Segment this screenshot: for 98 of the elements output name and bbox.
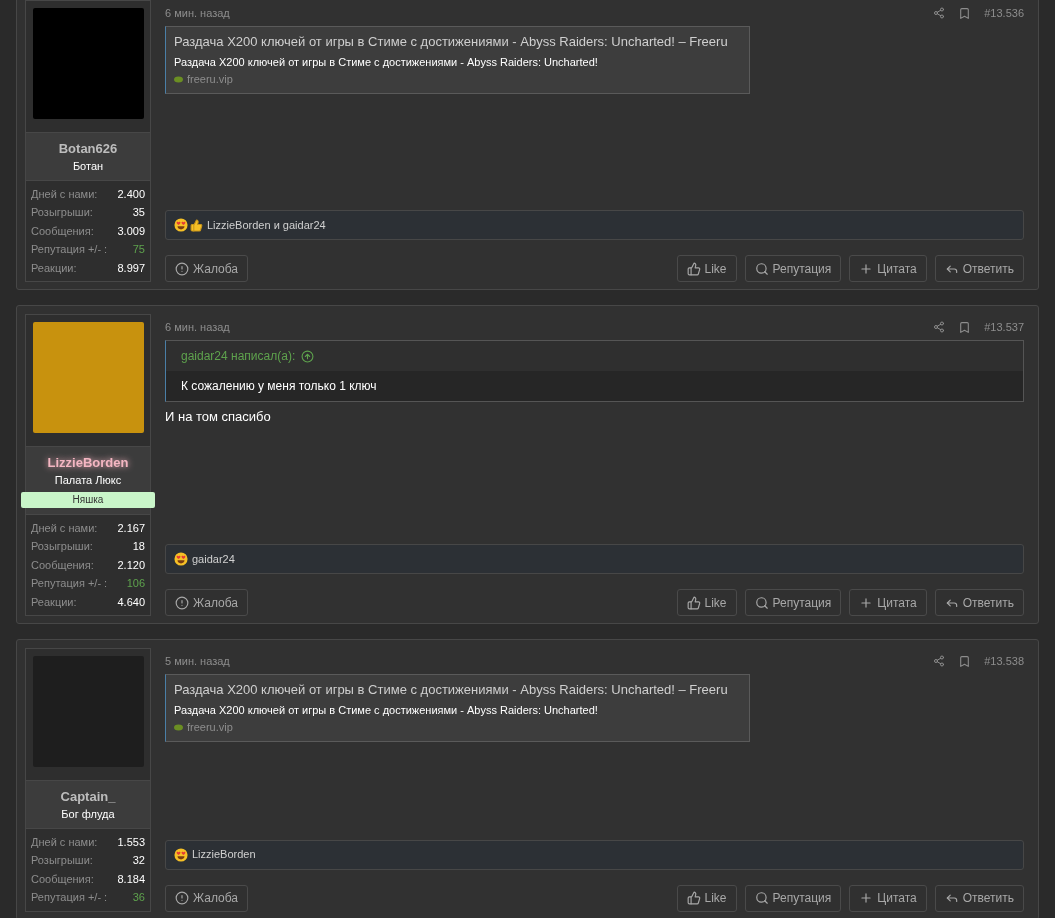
stat-value: 2.400 xyxy=(117,187,145,202)
reactions-bar[interactable]: LizzieBorden xyxy=(165,839,1024,870)
link-preview-title[interactable]: Раздача X200 ключей от игры в Стиме с достижениями - Abyss Raiders: Uncharted! – Freeru xyxy=(174,33,741,51)
user-title: Бог флуда xyxy=(61,807,115,823)
user-badge: Няшка xyxy=(21,492,155,509)
post-action-button[interactable]: Like xyxy=(676,255,737,283)
stat-label: Реакции: xyxy=(31,594,77,610)
stat-label: Розыгрыши: xyxy=(31,853,93,869)
stat-label: Репутация +/- : xyxy=(31,242,108,258)
post-action-button[interactable]: Цитата xyxy=(849,255,927,283)
share-icon[interactable] xyxy=(933,7,946,19)
username[interactable]: Captain_ xyxy=(60,788,116,807)
bookmark-icon[interactable] xyxy=(958,654,972,668)
post-action-button[interactable]: Ответить xyxy=(934,884,1024,912)
share-icon[interactable] xyxy=(933,655,946,668)
stat-label: Сообщения: xyxy=(31,223,94,239)
post-action-button[interactable]: Like xyxy=(676,884,737,912)
search-icon xyxy=(754,595,769,610)
link-preview-card[interactable]: Раздача X200 ключей от игры в Стиме с достижениями - Abyss Raiders: Uncharted! – Freeru Раздача X200 ключей от игры в Стиме с достижениями - Abyss Raiders: Uncharted! freeru.vip xyxy=(165,26,750,94)
share-icon[interactable] xyxy=(933,321,946,334)
stat-value: 36 xyxy=(132,890,145,906)
stat-label: Сообщения: xyxy=(31,871,94,887)
plus-icon xyxy=(859,595,874,610)
post-action-button[interactable]: Цитата xyxy=(849,884,927,912)
stat-value: 2.167 xyxy=(117,521,145,537)
alert-circle-icon xyxy=(175,261,189,276)
thumbs-up-icon xyxy=(686,261,701,276)
bookmark-icon[interactable] xyxy=(958,320,972,334)
post-number[interactable]: #13.537 xyxy=(984,318,1024,336)
plus-icon xyxy=(859,891,874,906)
stat-label: Реакции: xyxy=(31,260,77,276)
user-title: Палата Люкс xyxy=(54,473,122,489)
stat-value: 3.009 xyxy=(117,223,145,239)
post-action-button[interactable]: Like xyxy=(676,589,737,617)
stat-value: 32 xyxy=(132,853,145,869)
stat-value: 35 xyxy=(132,205,145,221)
post-action-button[interactable]: Жалоба xyxy=(165,884,248,912)
link-preview-card[interactable]: Раздача X200 ключей от игры в Стиме с достижениями - Abyss Raiders: Uncharted! – Freeru Раздача X200 ключей от игры в Стиме с достижениями - Abyss Raiders: Uncharted! freeru.vip xyxy=(165,674,750,743)
post-action-button[interactable]: Репутация xyxy=(744,255,842,283)
stat-value: 4.640 xyxy=(117,594,145,610)
post-action-button[interactable]: Репутация xyxy=(744,589,842,617)
stat-value: 1.553 xyxy=(117,835,145,851)
link-preview-description: Раздача X200 ключей от игры в Стиме с достижениями - Abyss Raiders: Uncharted! xyxy=(174,703,599,719)
link-preview-description: Раздача X200 ключей от игры в Стиме с достижениями - Abyss Raiders: Uncharted! xyxy=(174,55,599,70)
stat-value: 8.184 xyxy=(117,871,145,887)
stat-label: Репутация +/- : xyxy=(31,576,108,592)
search-icon xyxy=(754,891,769,906)
alert-circle-icon xyxy=(175,891,189,906)
username[interactable]: Botan626 xyxy=(58,140,118,158)
user-title: Ботан xyxy=(72,159,104,174)
stat-label: Дней с нами: xyxy=(31,187,98,202)
post-action-button[interactable]: Цитата xyxy=(849,589,927,617)
stat-label: Розыгрыши: xyxy=(31,539,93,555)
thumbs-up-icon xyxy=(686,891,701,906)
reactions-bar[interactable]: LizzieBorden и gaidar24 xyxy=(165,210,1024,241)
post-action-button[interactable]: Репутация xyxy=(744,884,842,912)
stat-value: 8.997 xyxy=(117,260,145,276)
stat-label: Дней с нами: xyxy=(31,835,98,851)
stat-value: 18 xyxy=(132,539,145,555)
thumbs-up-icon xyxy=(686,595,701,610)
post-action-button[interactable]: Ответить xyxy=(934,589,1024,617)
stat-value: 106 xyxy=(126,576,145,592)
post-time[interactable]: 5 мин. назад xyxy=(165,652,230,670)
reactions-bar[interactable]: gaidar24 xyxy=(165,544,1024,575)
post-number[interactable]: #13.538 xyxy=(984,652,1024,670)
post-text: И на том спасибо xyxy=(165,408,272,427)
stat-label: Дней с нами: xyxy=(31,521,98,537)
search-icon xyxy=(754,261,769,276)
bookmark-icon[interactable] xyxy=(958,6,972,20)
reaction-users[interactable]: LizzieBorden и gaidar24 xyxy=(207,216,326,234)
link-preview-title[interactable]: Раздача X200 ключей от игры в Стиме с достижениями - Abyss Raiders: Uncharted! – Freeru xyxy=(174,681,741,700)
link-preview-domain: freeru.vip xyxy=(187,72,233,87)
stat-label: Сообщения: xyxy=(31,557,94,573)
heart-eyes-emoji-icon xyxy=(174,847,188,862)
plus-icon xyxy=(859,261,874,276)
post-time[interactable]: 6 мин. назад xyxy=(165,318,230,336)
thumbs-up-emoji-icon xyxy=(190,218,203,232)
quote-author[interactable]: gaidar24 написал(а): xyxy=(181,347,296,366)
site-favicon-icon xyxy=(174,723,183,731)
post-time[interactable]: 6 мин. назад xyxy=(165,4,230,22)
link-preview-domain: freeru.vip xyxy=(187,720,233,736)
alert-circle-icon xyxy=(175,595,189,610)
stat-value: 75 xyxy=(132,242,145,258)
post-number[interactable]: #13.536 xyxy=(984,4,1024,22)
post-action-button[interactable]: Ответить xyxy=(934,255,1024,283)
site-favicon-icon xyxy=(174,75,183,83)
post-action-button[interactable]: Жалоба xyxy=(165,255,248,283)
heart-eyes-emoji-icon xyxy=(174,218,188,233)
reaction-users[interactable]: LizzieBorden xyxy=(192,846,256,863)
stat-label: Репутация +/- : xyxy=(31,890,108,906)
go-to-quote-icon[interactable] xyxy=(301,349,315,363)
post-action-button[interactable]: Жалоба xyxy=(165,589,248,617)
stat-value: 2.120 xyxy=(117,557,145,573)
heart-eyes-emoji-icon xyxy=(174,552,188,567)
quote-text: К сожалению у меня только 1 ключ xyxy=(166,371,1023,402)
username[interactable]: LizzieBorden xyxy=(47,454,129,473)
stat-label: Розыгрыши: xyxy=(31,205,93,221)
reaction-users[interactable]: gaidar24 xyxy=(192,550,235,568)
